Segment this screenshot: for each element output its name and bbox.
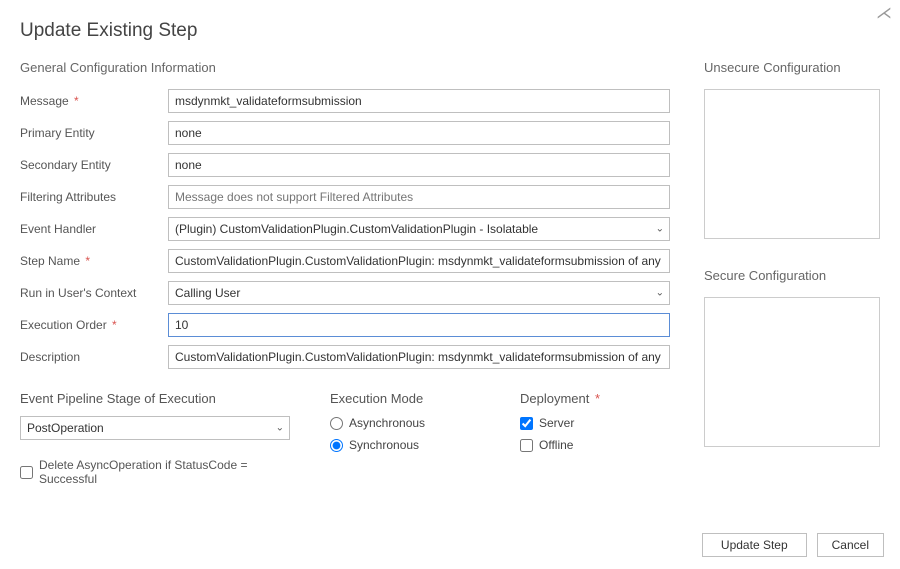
step-name-input[interactable]	[168, 249, 670, 273]
cancel-button[interactable]: Cancel	[817, 533, 884, 557]
radio-asynchronous[interactable]	[330, 417, 343, 430]
update-step-button[interactable]: Update Step	[702, 533, 807, 557]
row-event-handler: Event Handler ⌄	[20, 217, 670, 241]
radio-synchronous[interactable]	[330, 439, 343, 452]
row-description: Description	[20, 345, 670, 369]
label-message: Message *	[20, 94, 168, 108]
delete-async-label: Delete AsyncOperation if StatusCode = Su…	[39, 458, 290, 486]
col-exec-mode: Execution Mode Asynchronous Synchronous	[330, 391, 480, 486]
label-execution-order: Execution Order *	[20, 318, 168, 332]
message-input[interactable]	[168, 89, 670, 113]
checkbox-offline-label: Offline	[539, 438, 573, 452]
deployment-heading: Deployment *	[520, 391, 670, 406]
unsecure-config-textarea[interactable]	[704, 89, 880, 239]
col-pipeline: Event Pipeline Stage of Execution ⌄ Dele…	[20, 391, 290, 486]
delete-async-line: Delete AsyncOperation if StatusCode = Su…	[20, 458, 290, 486]
row-message: Message *	[20, 89, 670, 113]
right-pane: Unsecure Configuration Secure Configurat…	[704, 60, 880, 486]
delete-async-checkbox[interactable]	[20, 466, 33, 479]
radio-synchronous-label: Synchronous	[349, 438, 419, 452]
check-server-line: Server	[520, 416, 670, 430]
main-columns: General Configuration Information Messag…	[20, 60, 880, 486]
radio-sync-line: Synchronous	[330, 438, 480, 452]
filtering-attributes-input	[168, 185, 670, 209]
lower-row: Event Pipeline Stage of Execution ⌄ Dele…	[20, 391, 670, 486]
exec-mode-heading: Execution Mode	[330, 391, 480, 406]
unsecure-block: Unsecure Configuration	[704, 60, 880, 242]
col-deployment: Deployment * Server Offline	[520, 391, 670, 486]
label-event-handler: Event Handler	[20, 222, 168, 236]
pipeline-stage-select[interactable]	[20, 416, 290, 440]
label-run-as: Run in User's Context	[20, 286, 168, 300]
row-filtering-attrs: Filtering Attributes	[20, 185, 670, 209]
pipeline-heading: Event Pipeline Stage of Execution	[20, 391, 290, 406]
primary-entity-input[interactable]	[168, 121, 670, 145]
secondary-entity-input[interactable]	[168, 153, 670, 177]
page-title: Update Existing Step	[20, 20, 880, 42]
check-offline-line: Offline	[520, 438, 670, 452]
description-input[interactable]	[168, 345, 670, 369]
row-secondary-entity: Secondary Entity	[20, 153, 670, 177]
required-marker: *	[82, 254, 90, 268]
checkbox-server-label: Server	[539, 416, 574, 430]
footer-buttons: Update Step Cancel	[702, 533, 884, 557]
secure-config-textarea[interactable]	[704, 297, 880, 447]
secure-block: Secure Configuration	[704, 268, 880, 450]
row-primary-entity: Primary Entity	[20, 121, 670, 145]
label-description: Description	[20, 350, 168, 364]
row-step-name: Step Name *	[20, 249, 670, 273]
close-icon[interactable]: ⋌	[876, 6, 892, 22]
row-execution-order: Execution Order *	[20, 313, 670, 337]
radio-async-line: Asynchronous	[330, 416, 480, 430]
left-pane: General Configuration Information Messag…	[20, 60, 670, 486]
event-handler-select[interactable]	[168, 217, 670, 241]
radio-asynchronous-label: Asynchronous	[349, 416, 425, 430]
run-as-select[interactable]	[168, 281, 670, 305]
checkbox-server[interactable]	[520, 417, 533, 430]
label-secondary-entity: Secondary Entity	[20, 158, 168, 172]
secure-heading: Secure Configuration	[704, 268, 880, 283]
row-run-as: Run in User's Context ⌄	[20, 281, 670, 305]
label-step-name: Step Name *	[20, 254, 168, 268]
general-heading: General Configuration Information	[20, 60, 670, 75]
unsecure-heading: Unsecure Configuration	[704, 60, 880, 75]
required-marker: *	[109, 318, 117, 332]
label-filtering-attrs: Filtering Attributes	[20, 190, 168, 204]
execution-order-input[interactable]	[168, 313, 670, 337]
required-marker: *	[71, 94, 79, 108]
label-primary-entity: Primary Entity	[20, 126, 168, 140]
checkbox-offline[interactable]	[520, 439, 533, 452]
required-marker: *	[591, 391, 600, 406]
